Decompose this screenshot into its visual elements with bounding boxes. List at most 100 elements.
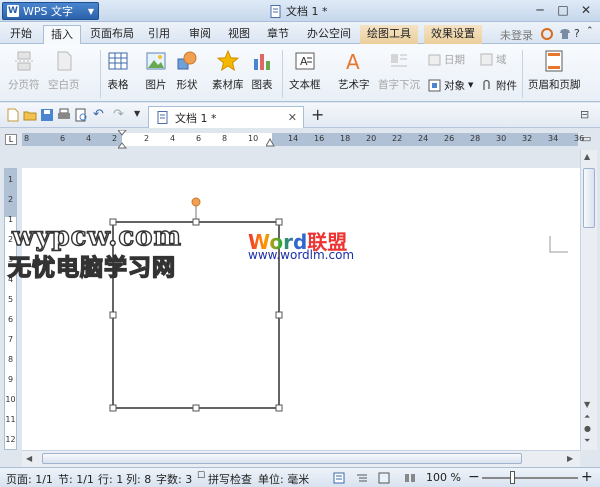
tab-home[interactable]: 开始 bbox=[3, 25, 39, 44]
vertical-scrollbar[interactable]: ▲ ▼ ⏶ ● ⏷ bbox=[580, 150, 597, 450]
scroll-right-icon[interactable]: ▶ bbox=[567, 454, 573, 463]
shirt-icon[interactable] bbox=[558, 27, 572, 41]
shapes-button[interactable]: 形状 bbox=[176, 48, 198, 100]
zoom-out-icon[interactable]: − bbox=[468, 469, 480, 485]
page-canvas bbox=[109, 197, 568, 412]
status-unit[interactable]: 单位: 毫米 bbox=[258, 471, 309, 487]
panel-toggle-icon[interactable]: ⊟ bbox=[580, 108, 589, 121]
tab-page-layout[interactable]: 页面布局 bbox=[83, 25, 141, 44]
reading-view-icon[interactable] bbox=[404, 472, 416, 484]
next-page-icon[interactable]: ⏷ bbox=[584, 436, 590, 446]
toolbar-dropdown-icon[interactable]: ▼ bbox=[134, 109, 140, 118]
document-page[interactable] bbox=[22, 168, 580, 450]
web-view-icon[interactable] bbox=[378, 472, 390, 484]
attachment-button[interactable]: 附件 bbox=[480, 76, 517, 94]
ruler-tick-label: 6 bbox=[7, 315, 14, 324]
tab-review[interactable]: 审阅 bbox=[182, 25, 218, 44]
tab-view[interactable]: 视图 bbox=[221, 25, 257, 44]
table-button[interactable]: 表格 bbox=[107, 48, 129, 100]
tab-insert[interactable]: 插入 bbox=[43, 25, 81, 44]
picture-button[interactable]: 图片 bbox=[145, 48, 167, 100]
ruler-row: L 864224681014161820222426283032343638 ▭ bbox=[0, 129, 600, 150]
ruler-tick-label: 22 bbox=[392, 134, 403, 143]
close-tab-icon[interactable]: ✕ bbox=[288, 111, 297, 124]
table-label: 表格 bbox=[107, 79, 129, 91]
ruler-tick-label: 10 bbox=[248, 134, 259, 143]
dropcap-icon bbox=[391, 54, 407, 67]
right-indent-marker-icon[interactable] bbox=[266, 137, 275, 147]
open-folder-icon[interactable] bbox=[23, 108, 37, 122]
wordart-button[interactable]: A 艺术字 bbox=[338, 48, 370, 100]
wps-writer-window: W WPS 文字 ▼ 文档 1 * ─ □ ✕ 开始 插入 页面布局 引用 审阅… bbox=[0, 0, 600, 487]
zoom-in-icon[interactable]: + bbox=[581, 469, 593, 485]
date-button[interactable]: 日期 bbox=[428, 50, 465, 68]
page-break-button[interactable]: 分页符 bbox=[8, 48, 40, 100]
tab-chapter[interactable]: 章节 bbox=[260, 25, 296, 44]
print-preview-icon[interactable] bbox=[74, 108, 88, 122]
save-icon[interactable] bbox=[40, 108, 54, 122]
blank-page-button[interactable]: 空白页 bbox=[48, 48, 80, 100]
textbox-button[interactable]: A 文本框 bbox=[289, 48, 321, 100]
zoom-slider-thumb[interactable] bbox=[510, 471, 515, 484]
field-button[interactable]: 域 bbox=[480, 50, 507, 68]
print-icon[interactable] bbox=[57, 108, 71, 122]
tab-drawing-tools[interactable]: 绘图工具 bbox=[360, 25, 418, 44]
login-link[interactable]: 未登录 bbox=[500, 27, 533, 43]
ruler-tick-label: 34 bbox=[548, 134, 559, 143]
scroll-down-icon[interactable]: ▼ bbox=[584, 400, 590, 409]
ruler-toggle-icon[interactable]: ▭ bbox=[581, 132, 591, 145]
select-browse-icon[interactable]: ● bbox=[584, 424, 591, 433]
watermark-site-name: 无忧电脑学习网 bbox=[7, 254, 176, 281]
wps-logo-icon: W bbox=[7, 5, 19, 17]
new-tab-button[interactable]: + bbox=[311, 105, 324, 124]
scroll-left-icon[interactable]: ◀ bbox=[26, 454, 32, 463]
h-scroll-thumb[interactable] bbox=[42, 453, 522, 464]
page-view-icon[interactable] bbox=[333, 472, 345, 484]
close-button[interactable]: ✕ bbox=[576, 2, 596, 19]
document-tab[interactable]: 文档 1 * ✕ bbox=[148, 106, 304, 128]
ribbon-separator bbox=[522, 50, 523, 98]
ruler-tick-label: 16 bbox=[314, 134, 325, 143]
status-spellcheck[interactable]: 拼写检查 bbox=[208, 471, 252, 487]
ruler-tick-label: 30 bbox=[496, 134, 507, 143]
outline-view-icon[interactable] bbox=[356, 472, 368, 484]
tab-stop-selector[interactable]: L bbox=[5, 134, 17, 145]
shapes-icon bbox=[177, 51, 197, 70]
spellcheck-checkbox-icon[interactable]: ☐ bbox=[197, 471, 205, 481]
redo-icon[interactable]: ↷ bbox=[113, 107, 124, 122]
indent-marker-icon[interactable] bbox=[118, 130, 127, 150]
scroll-up-icon[interactable]: ▲ bbox=[584, 152, 590, 161]
document-icon bbox=[270, 4, 281, 18]
horizontal-scrollbar[interactable]: ◀ ▶ bbox=[22, 450, 580, 467]
tab-effect-settings[interactable]: 效果设置 bbox=[424, 25, 482, 44]
page-break-icon bbox=[14, 51, 33, 71]
ruler-tick-label: 7 bbox=[7, 335, 14, 344]
header-footer-label: 页眉和页脚 bbox=[528, 79, 581, 91]
vertical-ruler[interactable]: 1 2 1 2 3 4 5 6 7 8 9 10 11 12 bbox=[4, 168, 17, 450]
tab-references[interactable]: 引用 bbox=[141, 25, 177, 44]
ruler-tick-label: 4 bbox=[86, 134, 92, 143]
blank-page-icon bbox=[57, 51, 72, 71]
ribbon-collapse-icon[interactable]: ⌃ bbox=[586, 26, 594, 36]
object-button[interactable]: 对象 ▼ bbox=[428, 76, 473, 94]
scroll-thumb[interactable] bbox=[583, 168, 595, 228]
skin-icon[interactable] bbox=[540, 27, 554, 41]
help-icon[interactable]: ? bbox=[574, 27, 580, 40]
material-library-button[interactable]: 素材库 bbox=[212, 48, 244, 100]
maximize-button[interactable]: □ bbox=[553, 2, 573, 19]
wordlm-url: www.wordlm.com bbox=[248, 248, 355, 262]
zoom-slider[interactable] bbox=[482, 477, 578, 479]
undo-icon[interactable]: ↶ bbox=[93, 107, 104, 122]
tab-office-space[interactable]: 办公空间 bbox=[300, 25, 358, 44]
status-zoom[interactable]: 100 % bbox=[426, 471, 461, 484]
ruler-tick-label: 32 bbox=[522, 134, 533, 143]
dropcap-button[interactable]: 首字下沉 bbox=[378, 48, 420, 100]
prev-page-icon[interactable]: ⏶ bbox=[584, 412, 590, 422]
header-footer-button[interactable]: 页眉和页脚 bbox=[528, 48, 581, 100]
status-word-count[interactable]: 字数: 3 bbox=[156, 471, 192, 487]
app-menu-button[interactable]: W WPS 文字 ▼ bbox=[2, 2, 99, 20]
chart-button[interactable]: 图表 bbox=[251, 48, 273, 100]
minimize-button[interactable]: ─ bbox=[530, 2, 550, 19]
new-doc-icon[interactable] bbox=[6, 108, 20, 122]
horizontal-ruler[interactable]: 864224681014161820222426283032343638 bbox=[22, 130, 584, 149]
